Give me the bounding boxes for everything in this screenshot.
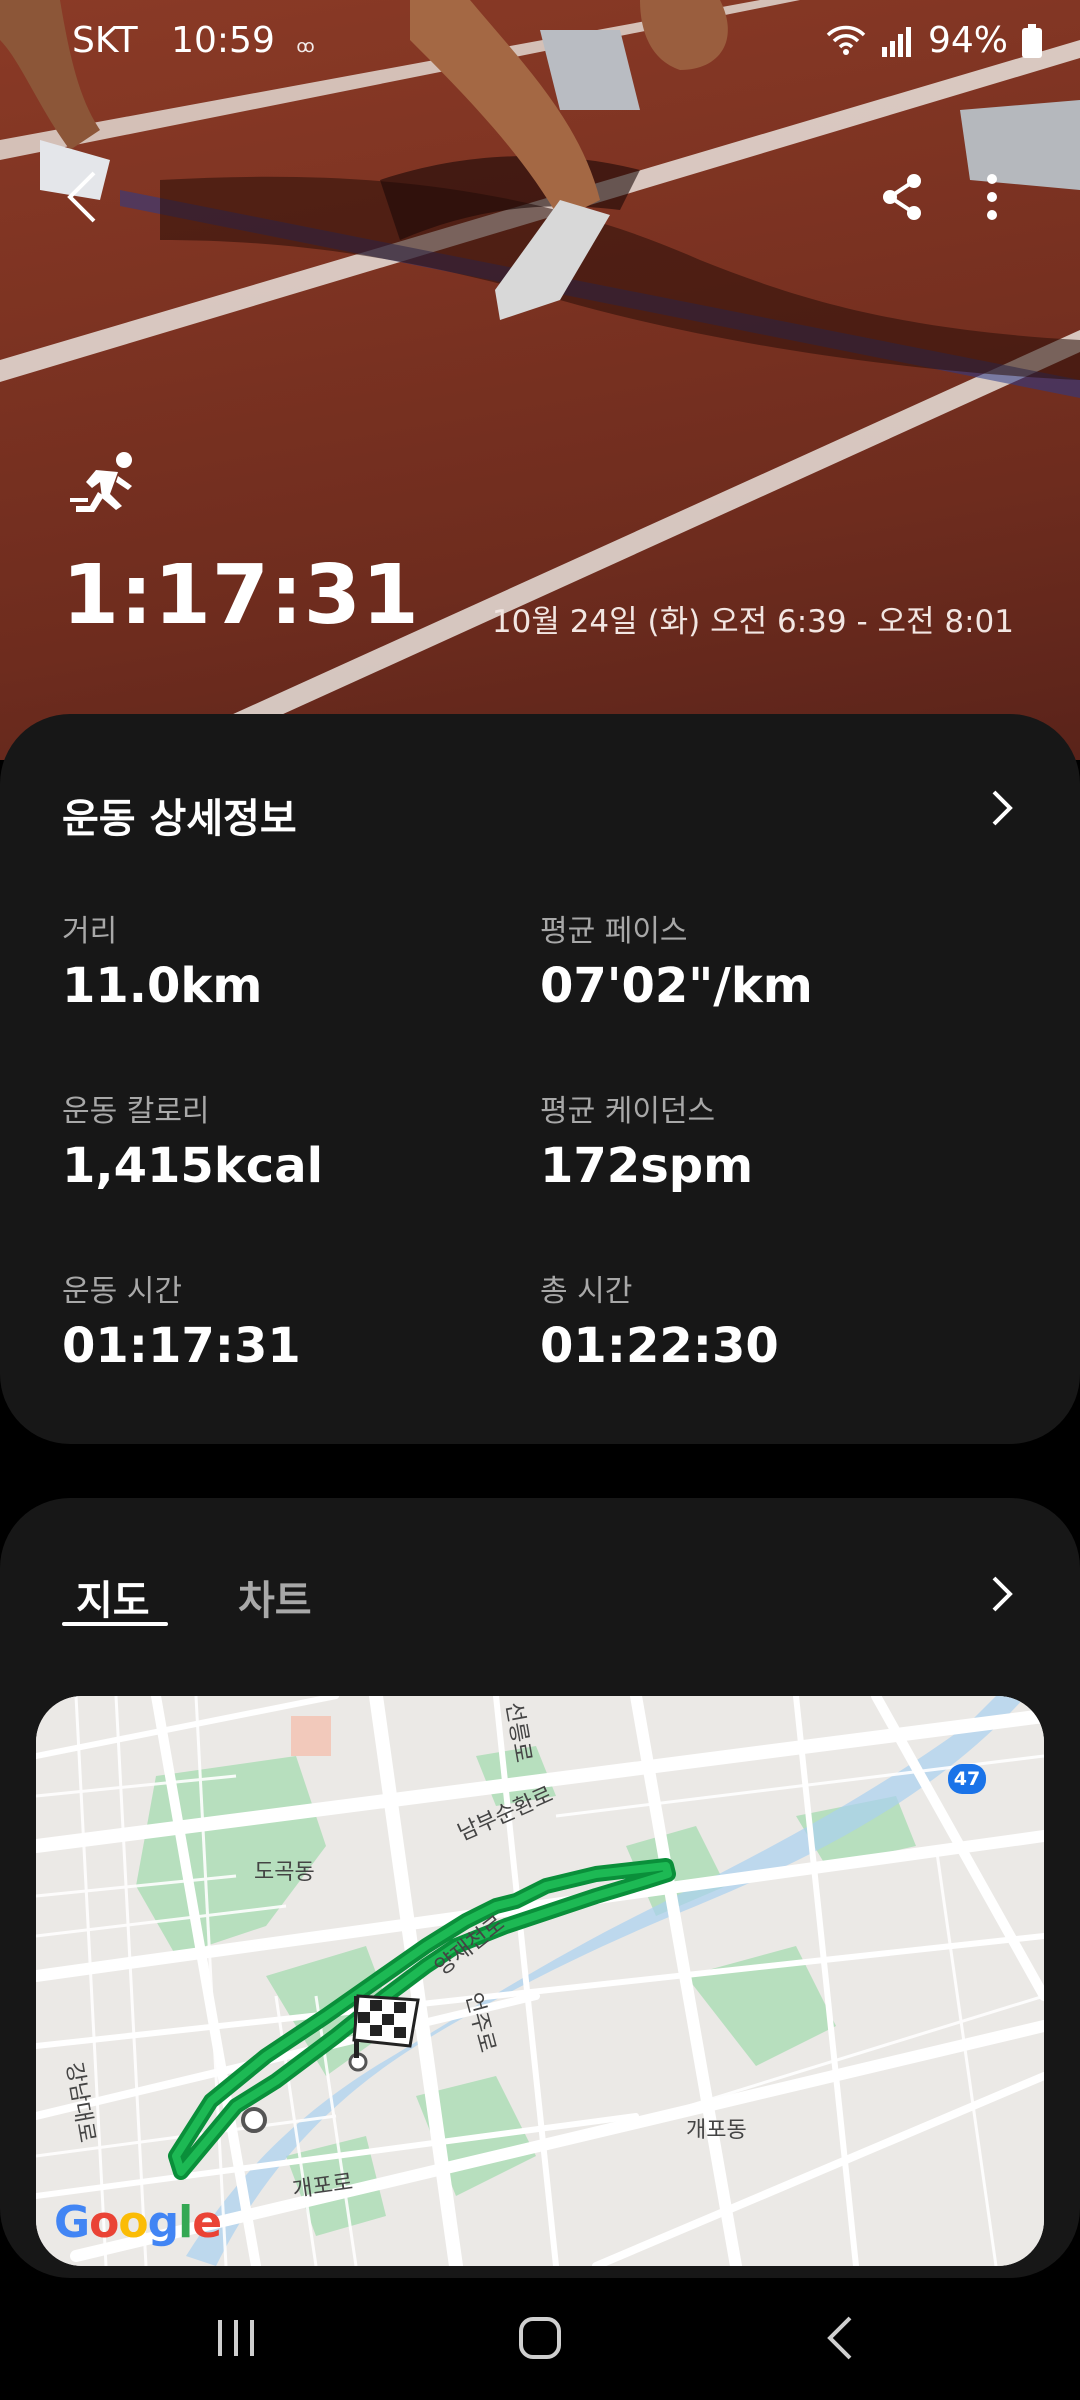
map-chart-card: 지도 차트 도곡동 개포동 남부순환로 양재천로 언주로 개포로 강남대로 선릉…	[0, 1498, 1080, 2278]
battery-percent: 94%	[927, 20, 1008, 61]
route-map[interactable]: 도곡동 개포동 남부순환로 양재천로 언주로 개포로 강남대로 선릉로 47 G…	[36, 1696, 1044, 2266]
stat-value: 172spm	[540, 1138, 754, 1194]
stat-value: 1,415kcal	[62, 1138, 324, 1194]
home-button[interactable]	[490, 2298, 590, 2378]
active-tab-indicator	[62, 1622, 168, 1626]
stat-label: 거리	[62, 914, 118, 949]
stat-value: 11.0km	[62, 958, 263, 1014]
share-button[interactable]	[870, 165, 934, 229]
tab-map[interactable]: 지도	[76, 1568, 150, 1626]
back-arrow-icon	[67, 171, 96, 223]
stat-value: 01:22:30	[540, 1318, 779, 1374]
nav-back-button[interactable]	[790, 2298, 890, 2378]
running-icon	[70, 452, 132, 512]
status-indicator: ꝏ	[296, 36, 316, 57]
carrier-label: SKT	[72, 20, 138, 61]
back-button[interactable]	[50, 165, 114, 229]
running-track-image	[0, 0, 1080, 720]
workout-details-card: 운동 상세정보 거리 11.0km 평균 페이스 07'02"/km 운동 칼로…	[0, 714, 1080, 1444]
workout-date-range: 10월 24일 (화) 오전 6:39 - 오전 8:01	[491, 604, 1014, 640]
google-logo: Google	[54, 2197, 222, 2248]
stat-label: 운동 칼로리	[62, 1094, 210, 1129]
stat-label: 총 시간	[540, 1274, 633, 1309]
workout-duration: 1:17:31	[62, 548, 420, 643]
signal-icon	[881, 26, 911, 57]
route-number-badge: 47	[948, 1764, 986, 1794]
chevron-right-icon	[992, 790, 1013, 826]
stat-label: 운동 시간	[62, 1274, 182, 1309]
status-time: 10:59	[171, 20, 275, 61]
share-icon	[883, 174, 921, 220]
battery-icon	[1022, 23, 1042, 58]
stat-workout-time: 운동 시간 01:17:31	[62, 1266, 502, 1374]
stat-distance: 거리 11.0km	[62, 906, 502, 1014]
chevron-right-icon	[992, 1576, 1013, 1612]
status-bar: SKT 10:59 ꝏ 94%	[0, 0, 1080, 90]
stat-label: 평균 페이스	[540, 914, 688, 949]
stat-value: 07'02"/km	[540, 958, 813, 1014]
start-marker	[241, 2107, 267, 2133]
wifi-icon	[826, 25, 866, 55]
stat-label: 평균 케이던스	[540, 1094, 716, 1129]
stat-avg-pace: 평균 페이스 07'02"/km	[540, 906, 980, 1014]
tab-chart[interactable]: 차트	[238, 1568, 312, 1626]
recent-apps-icon	[218, 2320, 254, 2356]
recent-apps-button[interactable]	[186, 2298, 286, 2378]
stat-total-time: 총 시간 01:22:30	[540, 1266, 980, 1374]
map-more-button[interactable]	[974, 1566, 1030, 1622]
stat-calories: 운동 칼로리 1,415kcal	[62, 1086, 502, 1194]
system-navigation-bar	[0, 2278, 1080, 2400]
details-more-button[interactable]	[974, 780, 1030, 836]
more-vertical-icon	[987, 174, 997, 220]
stat-avg-cadence: 평균 케이던스 172spm	[540, 1086, 980, 1194]
hero-banner: SKT 10:59 ꝏ 94% 1:17:31 10월 24일 (화) 오전 6…	[0, 0, 1080, 760]
map-label-dogok: 도곡동	[254, 1860, 315, 1885]
home-icon	[519, 2317, 561, 2359]
details-title: 운동 상세정보	[62, 796, 297, 842]
more-options-button[interactable]	[960, 165, 1024, 229]
nav-back-icon	[827, 2316, 852, 2360]
stat-value: 01:17:31	[62, 1318, 301, 1374]
map-label-gaepo: 개포동	[686, 2118, 747, 2143]
